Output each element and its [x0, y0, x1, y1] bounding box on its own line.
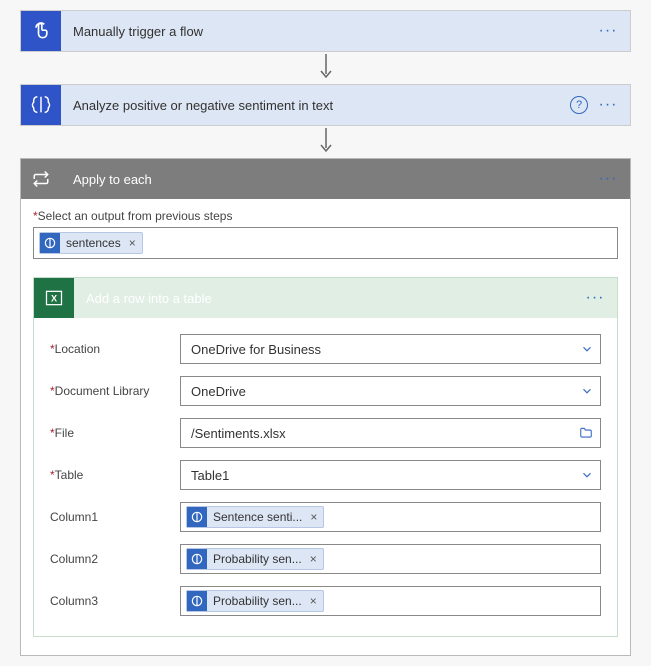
step2-menu-button[interactable]: ··· [594, 96, 622, 114]
step-title: Apply to each [73, 172, 594, 187]
step1-menu-button[interactable]: ··· [594, 22, 622, 40]
token-sentences[interactable]: sentences × [39, 232, 143, 254]
col3-input[interactable]: Probability sen... × [180, 586, 601, 616]
token-col3[interactable]: Probability sen... × [186, 590, 324, 612]
col2-input[interactable]: Probability sen... × [180, 544, 601, 574]
field-label-location: *Location [46, 328, 176, 370]
step-title: Manually trigger a flow [73, 24, 594, 39]
step-manual-trigger[interactable]: Manually trigger a flow ··· [20, 10, 631, 52]
token-remove-button[interactable]: × [308, 552, 319, 566]
touch-icon [21, 11, 61, 51]
field-label-file: *File [46, 412, 176, 454]
field-label-col2: Column2 [46, 538, 176, 580]
step-title: Analyze positive or negative sentiment i… [73, 98, 570, 113]
ai-token-icon [187, 549, 207, 569]
field-label-col3: Column3 [46, 580, 176, 622]
step-title: Add a row into a table [86, 291, 581, 306]
library-select[interactable]: OneDrive [180, 376, 601, 406]
location-select[interactable]: OneDrive for Business [180, 334, 601, 364]
output-select-label: *Select an output from previous steps [33, 209, 618, 223]
token-remove-button[interactable]: × [308, 510, 319, 524]
connector-arrow [20, 126, 631, 158]
table-select[interactable]: Table1 [180, 460, 601, 490]
connector-arrow [20, 52, 631, 84]
token-remove-button[interactable]: × [308, 594, 319, 608]
ai-token-icon [187, 507, 207, 527]
step-add-row[interactable]: X Add a row into a table ··· *Location O… [33, 277, 618, 637]
svg-text:X: X [51, 293, 58, 303]
chevron-down-icon [580, 384, 594, 398]
file-input[interactable]: /Sentiments.xlsx [180, 418, 601, 448]
excel-icon: X [34, 278, 74, 318]
token-remove-button[interactable]: × [127, 236, 138, 250]
addrow-menu-button[interactable]: ··· [581, 289, 609, 307]
step-apply-to-each[interactable]: Apply to each ··· *Select an output from… [20, 158, 631, 656]
field-label-col1: Column1 [46, 496, 176, 538]
output-select-input[interactable]: sentences × [33, 227, 618, 259]
ai-brain-icon [21, 85, 61, 125]
step-analyze-sentiment[interactable]: Analyze positive or negative sentiment i… [20, 84, 631, 126]
folder-icon[interactable] [578, 426, 594, 440]
chevron-down-icon [580, 468, 594, 482]
info-icon[interactable]: ? [570, 96, 588, 114]
token-col2[interactable]: Probability sen... × [186, 548, 324, 570]
ai-token-icon [40, 233, 60, 253]
applyeach-menu-button[interactable]: ··· [594, 170, 622, 188]
field-label-table: *Table [46, 454, 176, 496]
chevron-down-icon [580, 342, 594, 356]
field-label-library: *Document Library [46, 370, 176, 412]
col1-input[interactable]: Sentence senti... × [180, 502, 601, 532]
loop-icon [21, 159, 61, 199]
token-col1[interactable]: Sentence senti... × [186, 506, 324, 528]
ai-token-icon [187, 591, 207, 611]
